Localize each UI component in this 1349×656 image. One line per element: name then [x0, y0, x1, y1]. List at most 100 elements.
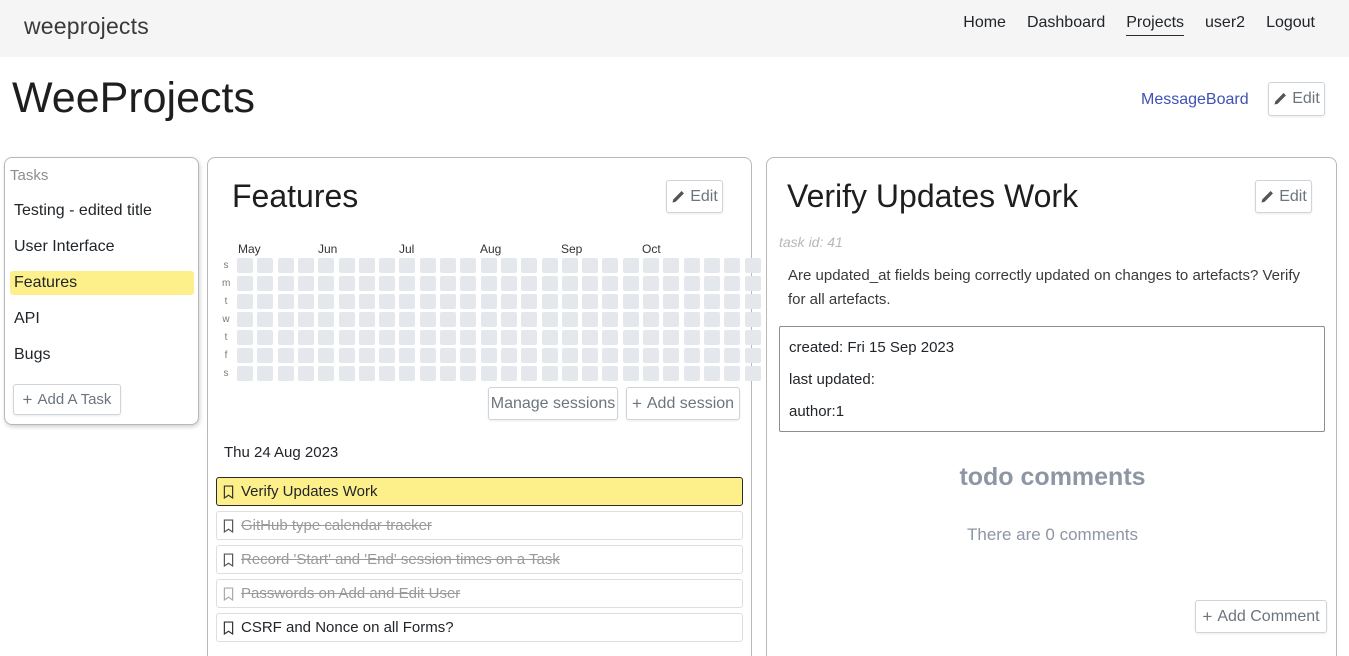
calendar-day-cell: [419, 330, 436, 345]
message-board-link[interactable]: MessageBoard: [1141, 91, 1249, 109]
calendar-day-cell: [541, 330, 558, 345]
calendar-day-cell: [521, 258, 538, 273]
calendar-day-cell: [318, 330, 335, 345]
nav-home[interactable]: Home: [963, 14, 1006, 36]
add-comment-button[interactable]: + Add Comment: [1195, 600, 1327, 633]
edit-label: Edit: [1292, 90, 1320, 107]
edit-label: Edit: [1279, 187, 1307, 205]
calendar-day-cell: [521, 294, 538, 309]
calendar-day-cell: [257, 330, 274, 345]
calendar-day-cell: [703, 330, 720, 345]
nav-projects[interactable]: Projects: [1126, 14, 1185, 36]
calendar-day-cell: [318, 312, 335, 327]
calendar-day-cell: [237, 312, 253, 327]
day-label: s: [223, 368, 229, 379]
detail-edit-button[interactable]: Edit: [1255, 180, 1312, 213]
calendar-day-cell: [663, 276, 680, 291]
todo-item[interactable]: CSRF and Nonce on all Forms?: [216, 613, 743, 642]
author: author:1: [789, 403, 845, 420]
calendar-day-cell: [399, 330, 416, 345]
add-task-label: Add A Task: [37, 391, 112, 408]
task-detail-panel: Verify Updates Work Edit task id: 41 Are…: [766, 157, 1337, 656]
calendar-day-cell: [561, 330, 578, 345]
calendar-day-cell: [703, 258, 720, 273]
calendar-day-cell: [480, 294, 497, 309]
calendar-day-cell: [297, 366, 314, 381]
task-item-api[interactable]: API: [10, 307, 194, 331]
calendar-day-cell: [541, 276, 558, 291]
nav-dashboard[interactable]: Dashboard: [1027, 14, 1105, 36]
calendar-day-cell: [622, 294, 639, 309]
task-id: task id: 41: [779, 234, 843, 250]
calendar-day-cell: [379, 294, 396, 309]
calendar-day-cell: [440, 294, 456, 309]
todo-item[interactable]: Passwords on Add and Edit User: [216, 579, 743, 608]
calendar-day-cell: [683, 294, 700, 309]
calendar-day-cell: [358, 330, 375, 345]
calendar-day-cell: [257, 294, 274, 309]
task-item-bugs[interactable]: Bugs: [10, 343, 194, 367]
nav-user[interactable]: user2: [1205, 14, 1245, 36]
add-comment-label: Add Comment: [1217, 607, 1320, 625]
calendar-day-cell: [440, 312, 456, 327]
calendar-day-cell: [237, 366, 253, 381]
calendar-day-cell: [622, 312, 639, 327]
features-panel: Features Edit May Jun Jul Aug Sep Oct s …: [207, 157, 761, 656]
calendar-day-cell: [582, 258, 599, 273]
calendar-day-cell: [440, 276, 456, 291]
calendar-day-cell: [622, 276, 639, 291]
plus-icon: +: [22, 389, 33, 409]
calendar-day-cell: [663, 258, 680, 273]
calendar-day-cell: [277, 258, 294, 273]
tasks-header: Tasks: [10, 167, 49, 184]
brand-logo[interactable]: weeprojects: [24, 13, 149, 40]
bookmark-icon: [223, 620, 234, 635]
todo-item[interactable]: GitHub type calendar tracker: [216, 511, 743, 540]
calendar-day-cell: [318, 348, 335, 363]
calendar-day-cell: [643, 294, 659, 309]
add-session-label: Add session: [646, 394, 735, 412]
calendar-day-cell: [460, 312, 477, 327]
calendar-day-cell: [277, 348, 294, 363]
calendar-day-cell: [318, 366, 335, 381]
calendar-day-cell: [602, 330, 619, 345]
nav-logout[interactable]: Logout: [1266, 14, 1315, 36]
calendar-day-cell: [318, 258, 335, 273]
calendar-day-cell: [440, 330, 456, 345]
calendar-day-cell: [602, 294, 619, 309]
calendar-day-cell: [663, 348, 680, 363]
calendar-day-cell: [521, 276, 538, 291]
calendar-day-cell: [561, 258, 578, 273]
calendar-day-cell: [419, 276, 436, 291]
add-session-button[interactable]: + Add session: [626, 387, 740, 420]
task-item-testing[interactable]: Testing - edited title: [10, 199, 194, 223]
manage-sessions-button[interactable]: Manage sessions: [488, 387, 618, 420]
calendar-day-cell: [622, 258, 639, 273]
features-edit-button[interactable]: Edit: [666, 180, 723, 213]
calendar-day-cell: [338, 294, 355, 309]
calendar-day-cell: [683, 366, 700, 381]
project-edit-button[interactable]: Edit: [1268, 82, 1325, 116]
calendar-day-cell: [561, 366, 578, 381]
todo-label: Passwords on Add and Edit User: [241, 585, 461, 602]
calendar-day-cell: [561, 312, 578, 327]
calendar-day-cell: [703, 294, 720, 309]
month-label: Aug: [480, 242, 502, 256]
calendar-day-cell: [237, 294, 253, 309]
todo-item[interactable]: Record 'Start' and 'End' session times o…: [216, 545, 743, 574]
calendar-day-cell: [358, 312, 375, 327]
task-item-user-interface[interactable]: User Interface: [10, 235, 194, 259]
calendar-day-cell: [237, 258, 253, 273]
calendar-day-cell: [582, 294, 599, 309]
calendar-day-cell: [541, 366, 558, 381]
bookmark-icon: [223, 518, 234, 533]
task-item-features[interactable]: Features: [10, 271, 194, 295]
calendar-day-cell: [480, 366, 497, 381]
add-task-button[interactable]: + Add A Task: [13, 384, 121, 415]
day-label: s: [223, 260, 229, 271]
todo-item[interactable]: Verify Updates Work: [216, 477, 743, 506]
calendar-day-cell: [460, 330, 477, 345]
todo-label: Record 'Start' and 'End' session times o…: [241, 551, 560, 568]
created-date: created: Fri 15 Sep 2023: [789, 339, 955, 356]
calendar-day-cell: [257, 348, 274, 363]
